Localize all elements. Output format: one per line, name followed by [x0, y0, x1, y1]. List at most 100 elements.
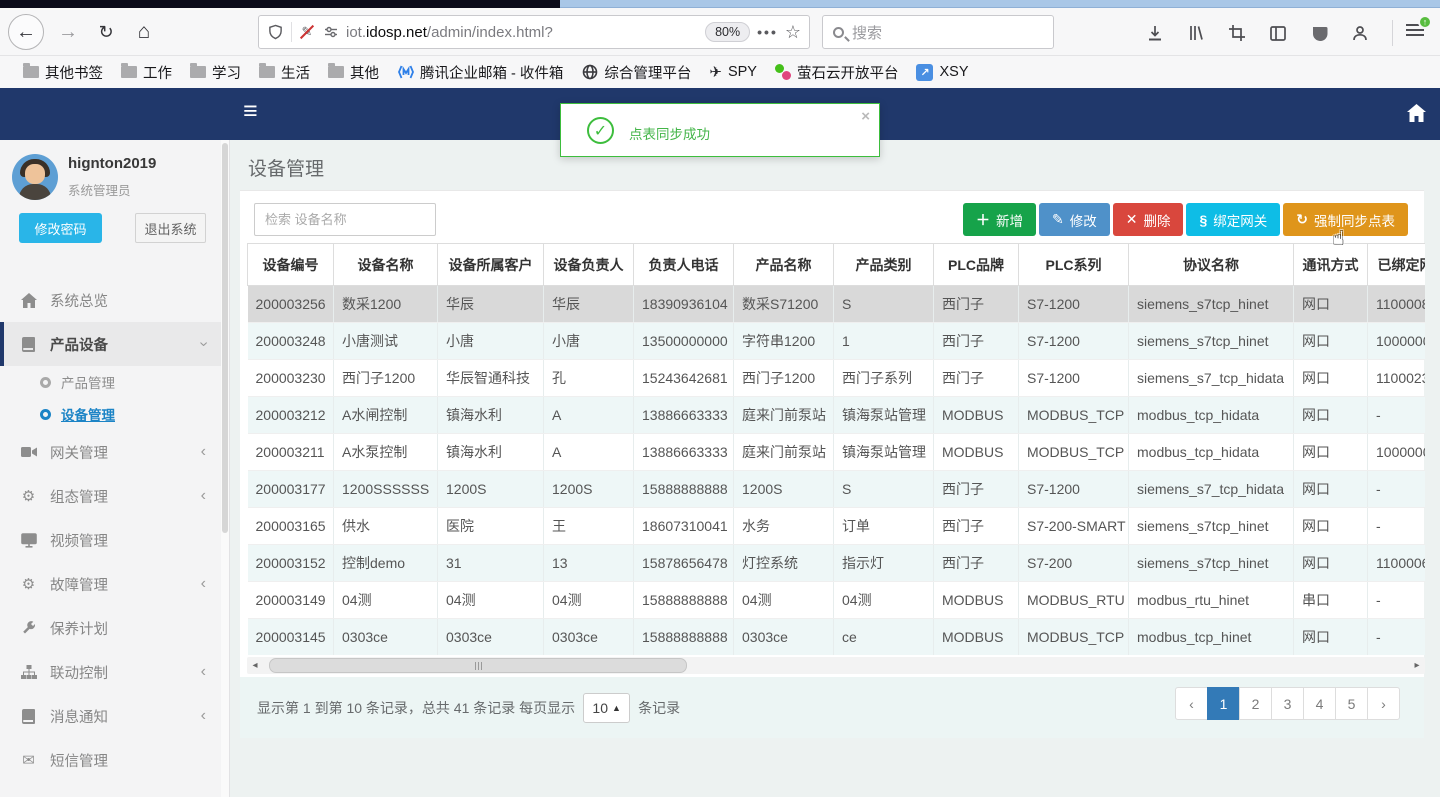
avatar[interactable]	[12, 154, 58, 200]
table-cell: 13500000000	[633, 322, 734, 360]
delete-button[interactable]: ✕ 删除	[1112, 203, 1184, 236]
scrollbar-thumb[interactable]	[222, 143, 228, 533]
bookmark-folder-study[interactable]: 学习	[181, 62, 250, 83]
table-row[interactable]: 200003145 0303ce 0303ce 0303ce 15888888888 03…	[247, 618, 1425, 655]
page-prev-button[interactable]: ‹	[1175, 687, 1208, 720]
sidebar-item-gateway[interactable]: 网关管理 ‹	[0, 430, 222, 474]
edit-blocked-icon[interactable]: ✎	[299, 24, 315, 40]
table-row[interactable]: 200003165 供水 医院王 18607310041 水务 订单 西门子 S7-200-S…	[247, 507, 1425, 545]
table-row[interactable]: 200003248 小唐测试 小唐 小唐 13500000000 字符串1200 1 西门子 S…	[247, 322, 1425, 360]
bookmark-folder-other[interactable]: 其他书签	[14, 62, 112, 83]
scrollbar-thumb[interactable]	[269, 658, 687, 673]
sidebar-item-product-mgmt[interactable]: 产品管理	[0, 366, 222, 398]
column-header-10[interactable]: 通讯方式	[1293, 243, 1368, 286]
bookmark-spy[interactable]: ✈ SPY	[700, 63, 766, 81]
column-header-0[interactable]: 设备编号	[247, 243, 334, 286]
logout-button[interactable]: 退出系统	[135, 213, 206, 243]
page-next-button[interactable]: ›	[1367, 687, 1400, 720]
column-header-5[interactable]: 产品名称	[733, 243, 834, 286]
bind-gateway-button[interactable]: § 绑定网关	[1186, 203, 1281, 236]
sidebar-item-video[interactable]: 视频管理	[0, 518, 222, 562]
browser-search-bar[interactable]: 搜索	[822, 15, 1054, 49]
back-button[interactable]: ←	[8, 14, 44, 50]
sidebar-item-bigscreen[interactable]: 大屏管理	[0, 782, 222, 797]
table-row[interactable]: 200003256 数采1200 华辰 华辰 18390936104 数采S71200 S 西…	[247, 285, 1425, 323]
table-row[interactable]: 200003211 A水泵控制 镇海水利 A 13886663333 庭来门前泵站 镇海泵站…	[247, 433, 1425, 471]
screenshot-icon[interactable]	[1228, 24, 1246, 42]
permissions-icon[interactable]	[322, 24, 339, 41]
sidebar-item-overview[interactable]: 系统总览	[0, 278, 222, 322]
table-cell: 网口	[1293, 618, 1368, 655]
table-cell: 西门子1200	[333, 359, 438, 397]
change-password-button[interactable]: 修改密码	[19, 213, 102, 243]
url-bar[interactable]: ✎ iot.idosp.net/admin/index.html? 80% ••…	[258, 15, 810, 49]
page-size-select[interactable]: 10 ▲	[583, 693, 631, 723]
sidebar-item-product-device[interactable]: 产品设备 ›	[0, 322, 222, 366]
sidebar-scrollbar[interactable]	[221, 140, 229, 797]
column-header-3[interactable]: 设备负责人	[543, 243, 634, 286]
pocket-icon[interactable]	[1310, 24, 1328, 42]
bookmark-folder-misc[interactable]: 其他	[319, 62, 388, 83]
page-button-2[interactable]: 2	[1239, 687, 1272, 720]
reload-button[interactable]: ↻	[88, 14, 124, 50]
sidebar-collapse-icon[interactable]: ≡	[243, 97, 258, 126]
sidebar-item-linkage[interactable]: 联动控制 ‹	[0, 650, 222, 694]
forward-button[interactable]: →	[50, 14, 86, 50]
bookmark-mgmt-platform[interactable]: 综合管理平台	[572, 62, 700, 83]
bookmark-folder-life[interactable]: 生活	[250, 62, 319, 83]
table-cell: S7-1200	[1018, 285, 1129, 323]
sidebar-item-sms[interactable]: ✉ 短信管理	[0, 738, 222, 782]
column-header-2[interactable]: 设备所属客户	[437, 243, 544, 286]
table-row[interactable]: 200003177 1200SSSSSS 1200S 1200S 15888888888…	[247, 470, 1425, 508]
bookmark-star-icon[interactable]: ☆	[785, 22, 801, 43]
account-icon[interactable]	[1351, 24, 1369, 42]
sidebar-item-fault[interactable]: ⚙ 故障管理 ‹	[0, 562, 222, 606]
zoom-level-badge[interactable]: 80%	[705, 22, 751, 42]
table-row[interactable]: 200003149 04测 04测 04测 15888888888 04测 04测 MODBU…	[247, 581, 1425, 619]
sidebar-item-config[interactable]: ⚙ 组态管理 ‹	[0, 474, 222, 518]
page-button-3[interactable]: 3	[1271, 687, 1304, 720]
table-row[interactable]: 200003152 控制demo 31 13 15878656478 灯控系统 指示灯 西门子…	[247, 544, 1425, 582]
menu-hamburger-icon[interactable]: ↑	[1406, 15, 1432, 38]
home-icon	[20, 292, 37, 308]
table-row[interactable]: 200003212 A水闸控制 镇海水利 A 13886663333 庭来门前泵站 镇海泵站…	[247, 396, 1425, 434]
bookmark-xsy[interactable]: ↗ XSY	[907, 63, 977, 81]
toast-close-icon[interactable]: ×	[861, 108, 870, 125]
sidebar-item-device-mgmt[interactable]: 设备管理	[0, 398, 222, 430]
app-home-icon[interactable]	[1407, 104, 1426, 127]
library-icon[interactable]	[1187, 24, 1205, 42]
url-text[interactable]: iot.idosp.net/admin/index.html?	[346, 24, 698, 41]
add-button[interactable]: ＋新增	[963, 203, 1036, 236]
sidebar-item-maintenance[interactable]: 保养计划	[0, 606, 222, 650]
scroll-right-arrow[interactable]: ▸	[1409, 657, 1425, 674]
sidebar-toggle-icon[interactable]	[1269, 24, 1287, 42]
column-header-4[interactable]: 负责人电话	[633, 243, 734, 286]
edit-button[interactable]: ✎ 修改	[1039, 203, 1110, 236]
folder-icon	[121, 63, 137, 78]
page-actions-icon[interactable]: •••	[757, 24, 778, 40]
column-header-7[interactable]: PLC品牌	[933, 243, 1019, 286]
sidebar-item-notification[interactable]: 消息通知 ‹	[0, 694, 222, 738]
page-button-1[interactable]: 1	[1207, 687, 1240, 720]
browser-home-button[interactable]: ⌂	[126, 14, 162, 50]
downloads-icon[interactable]	[1146, 24, 1164, 42]
page-button-4[interactable]: 4	[1303, 687, 1336, 720]
horizontal-scrollbar[interactable]: ◂ ▸	[247, 657, 1425, 674]
bookmark-ezviz[interactable]: 萤石云开放平台	[766, 62, 908, 83]
page-button-5[interactable]: 5	[1335, 687, 1368, 720]
table-row[interactable]: 200003230 西门子1200 华辰智通科技孔 15243642681 西门子120…	[247, 359, 1425, 397]
column-header-9[interactable]: 协议名称	[1128, 243, 1294, 286]
circle-dot-icon	[40, 376, 51, 388]
shield-icon[interactable]	[267, 24, 284, 41]
scroll-left-arrow[interactable]: ◂	[247, 657, 263, 674]
bookmark-tencent-mail[interactable]: 腾讯企业邮箱 - 收件箱	[388, 62, 572, 83]
column-header-6[interactable]: 产品类别	[833, 243, 934, 286]
bookmark-folder-work[interactable]: 工作	[112, 62, 181, 83]
column-header-8[interactable]: PLC系列	[1018, 243, 1129, 286]
device-search-input[interactable]	[254, 203, 436, 236]
column-header-1[interactable]: 设备名称	[333, 243, 438, 286]
column-header-11[interactable]: 已绑定网关	[1367, 243, 1425, 286]
table-cell: S	[833, 470, 934, 508]
force-sync-button[interactable]: ↻ 强制同步点表	[1283, 203, 1408, 236]
camera-icon	[20, 446, 37, 458]
